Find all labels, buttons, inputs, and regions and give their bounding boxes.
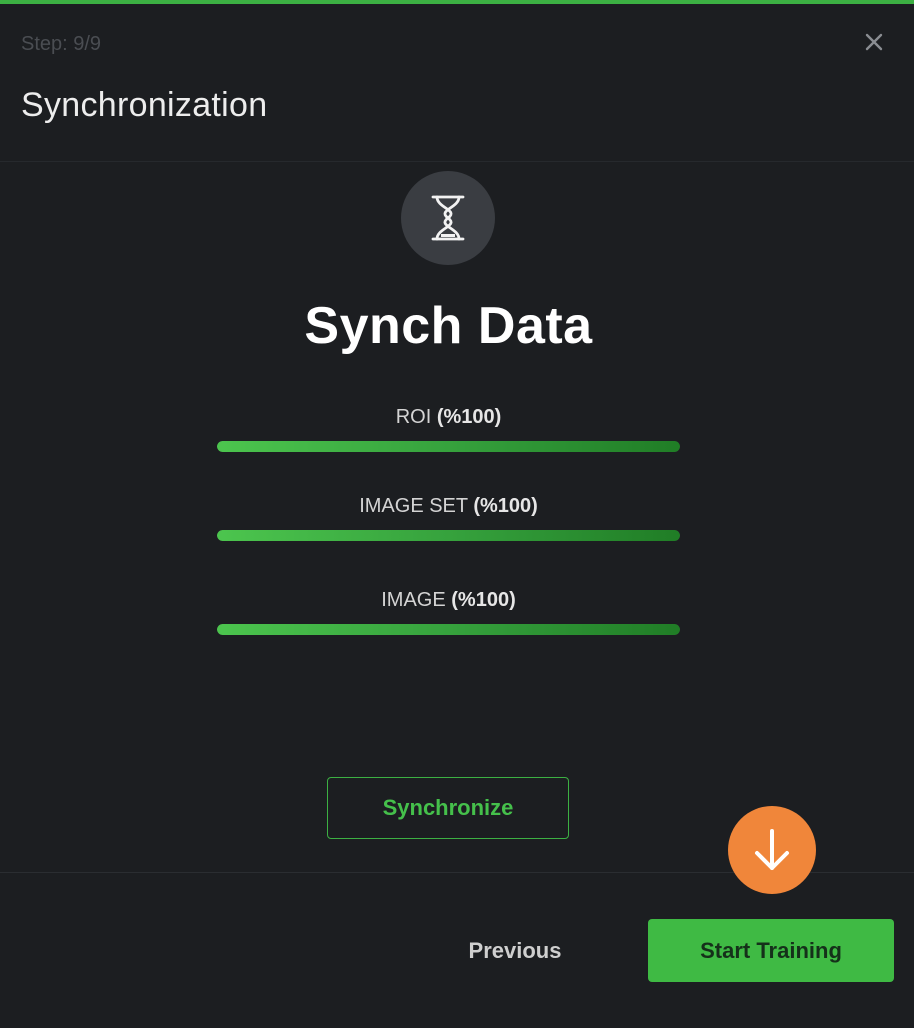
progress-label: IMAGE (%100) <box>217 587 680 613</box>
header-divider <box>0 161 914 162</box>
progress-percent: (%100) <box>473 495 538 517</box>
previous-button[interactable]: Previous <box>440 920 590 982</box>
progress-percent: (%100) <box>436 406 502 428</box>
progress-fill <box>217 441 680 452</box>
progress-label: IMAGE SET (%100) <box>217 493 680 519</box>
section-heading: Synch Data <box>304 297 593 355</box>
progress-image-set: IMAGE SET (%100) <box>217 493 680 541</box>
synchronize-button[interactable]: Synchronize <box>327 777 569 839</box>
top-accent-bar <box>0 0 914 4</box>
progress-roi: ROI (%100) <box>217 404 680 452</box>
progress-fill <box>217 530 680 541</box>
progress-track <box>217 530 680 541</box>
hourglass-icon <box>401 171 495 265</box>
progress-percent: (%100) <box>451 589 516 611</box>
synchronization-dialog: Step: 9/9 Synchronization Synch Data ROI… <box>0 0 914 1028</box>
progress-image: IMAGE (%100) <box>217 587 680 635</box>
progress-name: ROI <box>395 406 432 428</box>
progress-label: ROI (%100) <box>217 404 680 430</box>
progress-track <box>217 624 680 635</box>
progress-fill <box>217 624 680 635</box>
close-icon[interactable] <box>862 30 886 54</box>
progress-track <box>217 441 680 452</box>
progress-name: IMAGE <box>381 589 446 611</box>
start-training-button[interactable]: Start Training <box>648 919 894 982</box>
dialog-title: Synchronization <box>21 86 268 124</box>
progress-name: IMAGE SET <box>359 495 468 517</box>
arrow-down-icon <box>728 806 816 894</box>
step-indicator: Step: 9/9 <box>21 33 102 55</box>
